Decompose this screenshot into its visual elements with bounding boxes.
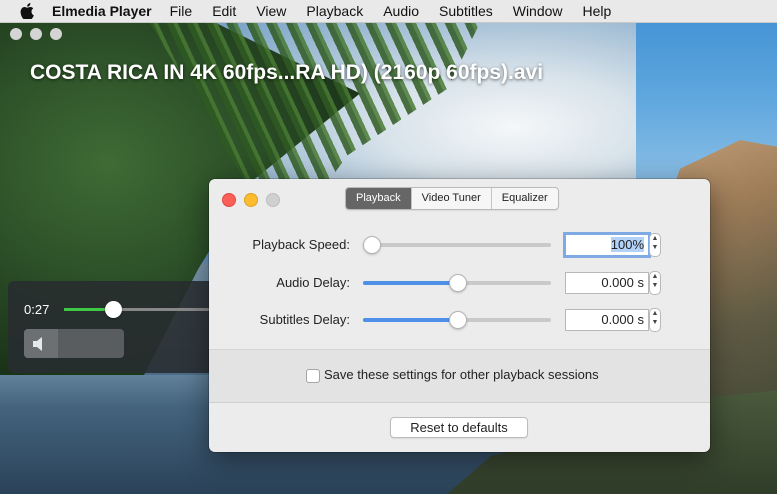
audio-delay-slider[interactable] [363, 274, 551, 292]
menu-subtitles[interactable]: Subtitles [439, 3, 493, 19]
tab-video-tuner[interactable]: Video Tuner [410, 188, 491, 209]
playback-speed-row: Playback Speed: 100% ▲ ▼ [209, 230, 710, 260]
apple-icon[interactable] [20, 3, 34, 19]
audio-delay-label: Audio Delay: [276, 275, 350, 290]
subtitles-delay-row: Subtitles Delay: 0.000 s ▲ ▼ [209, 305, 710, 335]
stepper-arrows-icon: ▲ ▼ [651, 273, 659, 289]
stepper-arrows-icon: ▲ ▼ [651, 310, 659, 326]
save-settings-section: Save these settings for other playback s… [209, 350, 710, 403]
subtitles-delay-label: Subtitles Delay: [259, 312, 350, 327]
menu-playback[interactable]: Playback [306, 3, 363, 19]
player-zoom-button[interactable] [50, 28, 62, 40]
subtitles-delay-field[interactable]: 0.000 s [565, 309, 649, 331]
seek-bar[interactable] [64, 301, 218, 318]
reset-defaults-button[interactable]: Reset to defaults [390, 417, 528, 438]
menu-window[interactable]: Window [513, 3, 563, 19]
dialog-window-controls [222, 193, 280, 207]
player-window-controls [10, 28, 62, 40]
volume-slider[interactable] [24, 329, 124, 358]
audio-delay-field[interactable]: 0.000 s [565, 272, 649, 294]
playback-speed-stepper[interactable]: ▲ ▼ [649, 233, 661, 257]
audio-delay-slider-fill [363, 281, 457, 285]
dialog-titlebar[interactable]: Playback Video Tuner Equalizer [209, 179, 710, 219]
menu-app-name[interactable]: Elmedia Player [52, 3, 152, 19]
playback-settings-dialog: Playback Video Tuner Equalizer Playback … [209, 179, 710, 452]
save-settings-label[interactable]: Save these settings for other playback s… [324, 367, 599, 382]
dialog-zoom-button [266, 193, 280, 207]
tab-equalizer[interactable]: Equalizer [490, 188, 558, 209]
audio-delay-row: Audio Delay: 0.000 s ▲ ▼ [209, 268, 710, 298]
stepper-arrows-icon: ▲ ▼ [651, 235, 659, 251]
menu-bar: Elmedia Player File Edit View Playback A… [0, 0, 777, 23]
video-title: COSTA RICA IN 4K 60fps...RA HD) (2160p 6… [30, 61, 544, 84]
dialog-close-button[interactable] [222, 193, 236, 207]
menu-file[interactable]: File [170, 3, 193, 19]
playback-speed-field[interactable]: 100% [563, 232, 651, 258]
subtitles-delay-stepper[interactable]: ▲ ▼ [649, 308, 661, 332]
menu-audio[interactable]: Audio [383, 3, 419, 19]
dialog-minimize-button[interactable] [244, 193, 258, 207]
playback-controls: 0:27 [8, 281, 218, 373]
playback-speed-value: 100% [610, 237, 644, 252]
audio-delay-value: 0.000 s [601, 275, 644, 290]
audio-delay-slider-knob[interactable] [449, 274, 467, 292]
audio-delay-stepper[interactable]: ▲ ▼ [649, 271, 661, 295]
playback-speed-slider-knob[interactable] [363, 236, 381, 254]
player-close-button[interactable] [10, 28, 22, 40]
subtitles-delay-slider-knob[interactable] [449, 311, 467, 329]
playback-speed-slider[interactable] [363, 236, 551, 254]
tab-playback[interactable]: Playback [346, 188, 411, 209]
current-time: 0:27 [24, 302, 50, 317]
menu-help[interactable]: Help [583, 3, 612, 19]
save-settings-checkbox[interactable] [306, 369, 320, 383]
dialog-tabs: Playback Video Tuner Equalizer [345, 187, 559, 210]
subtitles-delay-slider[interactable] [363, 311, 551, 329]
speaker-icon [33, 337, 42, 351]
subtitles-delay-slider-fill [363, 318, 457, 322]
menu-edit[interactable]: Edit [212, 3, 236, 19]
subtitles-delay-value: 0.000 s [601, 312, 644, 327]
playback-speed-label: Playback Speed: [252, 237, 350, 252]
player-minimize-button[interactable] [30, 28, 42, 40]
menu-view[interactable]: View [256, 3, 286, 19]
seek-knob[interactable] [105, 301, 123, 318]
